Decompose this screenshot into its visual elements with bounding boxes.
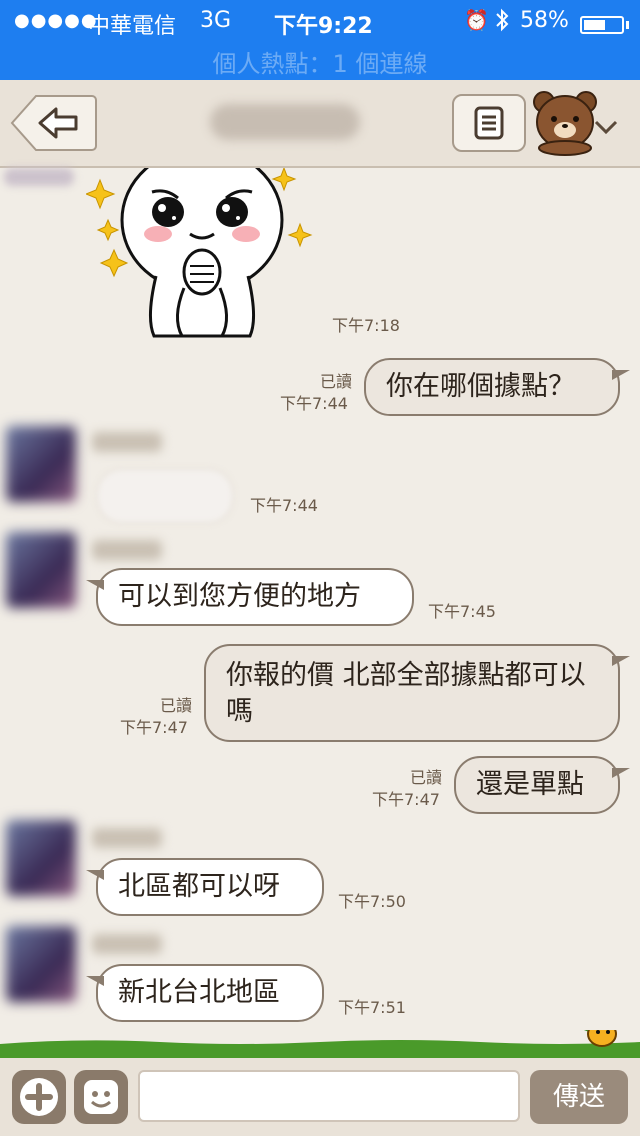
bubble-tail: [612, 656, 630, 666]
plus-icon: [20, 1078, 58, 1116]
signal-strength-icon: ●●●●●: [14, 10, 98, 31]
chat-header: [0, 80, 640, 168]
add-button[interactable]: [12, 1070, 66, 1124]
message-time: 下午7:45: [428, 602, 496, 621]
avatar[interactable]: [6, 532, 76, 608]
message-time: 下午7:18: [332, 316, 400, 335]
chevron-down-icon[interactable]: [592, 116, 620, 144]
message-text: 新北台北地區: [118, 977, 280, 1008]
alarm-icon: ⏰: [464, 8, 489, 32]
sender-name: [92, 540, 162, 560]
sender-name: [92, 432, 162, 452]
message-time: 下午7:50: [338, 892, 406, 911]
bluetooth-icon: [494, 8, 510, 37]
read-receipt: 已讀: [409, 768, 442, 787]
sender-name: [92, 934, 162, 954]
bubble-tail: [86, 976, 104, 986]
message-time: 下午7:44: [250, 496, 318, 515]
message-bubble-outgoing[interactable]: 你報的價 北部全部據點都可以嗎: [204, 644, 630, 742]
sticker-button[interactable]: [74, 1070, 128, 1124]
menu-button[interactable]: [452, 94, 526, 152]
message-bubble-incoming[interactable]: 新北台北地區: [86, 964, 324, 1022]
message-time: 下午7:47: [372, 790, 440, 809]
message-input-bar: 傳送: [0, 1058, 640, 1136]
message-text: 北區都可以呀: [118, 871, 280, 902]
smiley-icon: [84, 1080, 118, 1114]
battery-percentage: 58%: [520, 8, 569, 33]
message-text: 還是單點: [476, 769, 584, 800]
bubble-tail: [612, 768, 630, 778]
list-icon: [474, 106, 504, 140]
hotspot-banner[interactable]: 個人熱點：1 個連線: [0, 44, 640, 79]
avatar[interactable]: [6, 926, 76, 1002]
chat-title: [210, 104, 360, 140]
message-text: 你在哪個據點？: [386, 371, 575, 402]
blurred-name: [4, 168, 74, 186]
battery-icon: [580, 16, 624, 34]
bubble-tail: [86, 580, 104, 590]
message-time: 下午7:44: [280, 394, 348, 413]
send-button[interactable]: 傳送: [530, 1070, 628, 1124]
message-time: 下午7:47: [120, 718, 188, 737]
battery-level-fill: [584, 20, 605, 30]
message-bubble-incoming[interactable]: 北區都可以呀: [86, 858, 324, 916]
battery-tip: [626, 21, 629, 29]
message-bubble-blurred[interactable]: [96, 468, 234, 524]
bubble-tail: [612, 370, 630, 380]
read-receipt: 已讀: [319, 372, 352, 391]
moon-sticker[interactable]: [84, 146, 316, 338]
message-input[interactable]: [138, 1070, 520, 1122]
message-text: 可以到您方便的地方: [118, 581, 361, 612]
back-arrow-icon: [10, 95, 97, 151]
avatar[interactable]: [6, 426, 76, 502]
message-bubble-incoming[interactable]: 可以到您方便的地方: [86, 568, 414, 626]
message-bubble-outgoing[interactable]: 你在哪個據點？: [364, 358, 630, 416]
message-bubble-outgoing[interactable]: 還是單點: [454, 756, 630, 814]
avatar[interactable]: [6, 820, 76, 896]
sender-name: [92, 828, 162, 848]
bubble-tail: [86, 870, 104, 880]
message-time: 下午7:51: [338, 998, 406, 1017]
network-type: 3G: [200, 8, 232, 33]
read-receipt: 已讀: [159, 696, 192, 715]
back-button[interactable]: [10, 94, 98, 152]
brown-bear-avatar-icon[interactable]: [530, 86, 600, 156]
status-bar: ●●●●● 中華電信 3G 下午9:22 ⏰ 58% 個人熱點：1 個連線: [0, 0, 640, 80]
message-text: 你報的價 北部全部據點都可以嗎: [226, 660, 586, 727]
chat-area[interactable]: 下午7:18 已讀 下午7:44 你在哪個據點？ 下午7:44 可以到您方便的地…: [0, 146, 640, 1038]
carrier-name: 中華電信: [88, 14, 177, 39]
clock: 下午9:22: [274, 14, 373, 39]
grass-decoration: [0, 1021, 640, 1060]
